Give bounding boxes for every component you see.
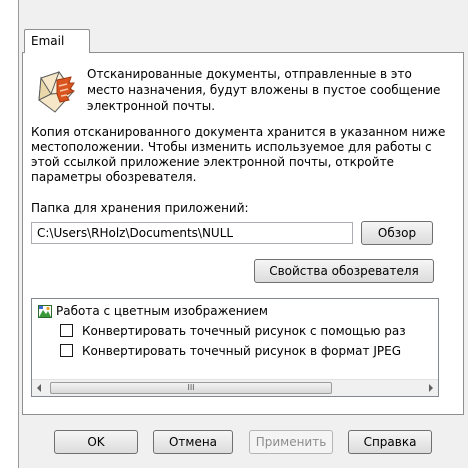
tree-item-convert-jpeg[interactable]: Конвертировать точечный рисунок в формат… xyxy=(60,344,401,358)
ok-button[interactable]: OK xyxy=(54,430,138,454)
scrollbar-thumb[interactable]: III xyxy=(50,382,332,394)
intro-text: Отсканированные документы, отправленные … xyxy=(87,67,441,113)
scroll-right-icon[interactable] xyxy=(429,384,433,392)
email-envelope-icon xyxy=(38,70,76,113)
email-settings-panel: Отсканированные документы, отправленные … xyxy=(22,52,464,415)
scroll-left-icon[interactable] xyxy=(37,384,41,392)
convert-bitmap-checkbox[interactable] xyxy=(60,324,73,337)
description-text: Копия отсканированного документа хранитс… xyxy=(31,125,446,184)
tree-root-color-image[interactable]: Работа с цветным изображением xyxy=(38,304,268,318)
email-properties-window: Email Отсканированные документы, отправл… xyxy=(18,0,468,468)
color-image-icon xyxy=(38,305,52,318)
browse-button[interactable]: Обзор xyxy=(361,221,433,245)
tree-item-convert-bitmap[interactable]: Конвертировать точечный рисунок с помощь… xyxy=(60,324,406,338)
tree-root-label: Работа с цветным изображением xyxy=(56,304,268,318)
convert-jpeg-checkbox[interactable] xyxy=(60,344,73,357)
color-options-tree: Работа с цветным изображением Конвертиро… xyxy=(31,298,439,397)
horizontal-scrollbar[interactable]: III xyxy=(32,379,438,396)
attachment-folder-input[interactable] xyxy=(31,222,353,244)
help-button[interactable]: Справка xyxy=(348,430,432,454)
tab-email[interactable]: Email xyxy=(24,29,90,53)
tree-item-label: Конвертировать точечный рисунок с помощь… xyxy=(82,324,406,338)
apply-button[interactable]: Применить xyxy=(249,430,333,454)
cancel-button[interactable]: Отмена xyxy=(153,430,233,454)
tree-item-label: Конвертировать точечный рисунок в формат… xyxy=(82,344,401,358)
browser-properties-button[interactable]: Свойства обозревателя xyxy=(254,259,434,283)
attachment-folder-label: Папка для хранения приложений: xyxy=(31,201,249,215)
